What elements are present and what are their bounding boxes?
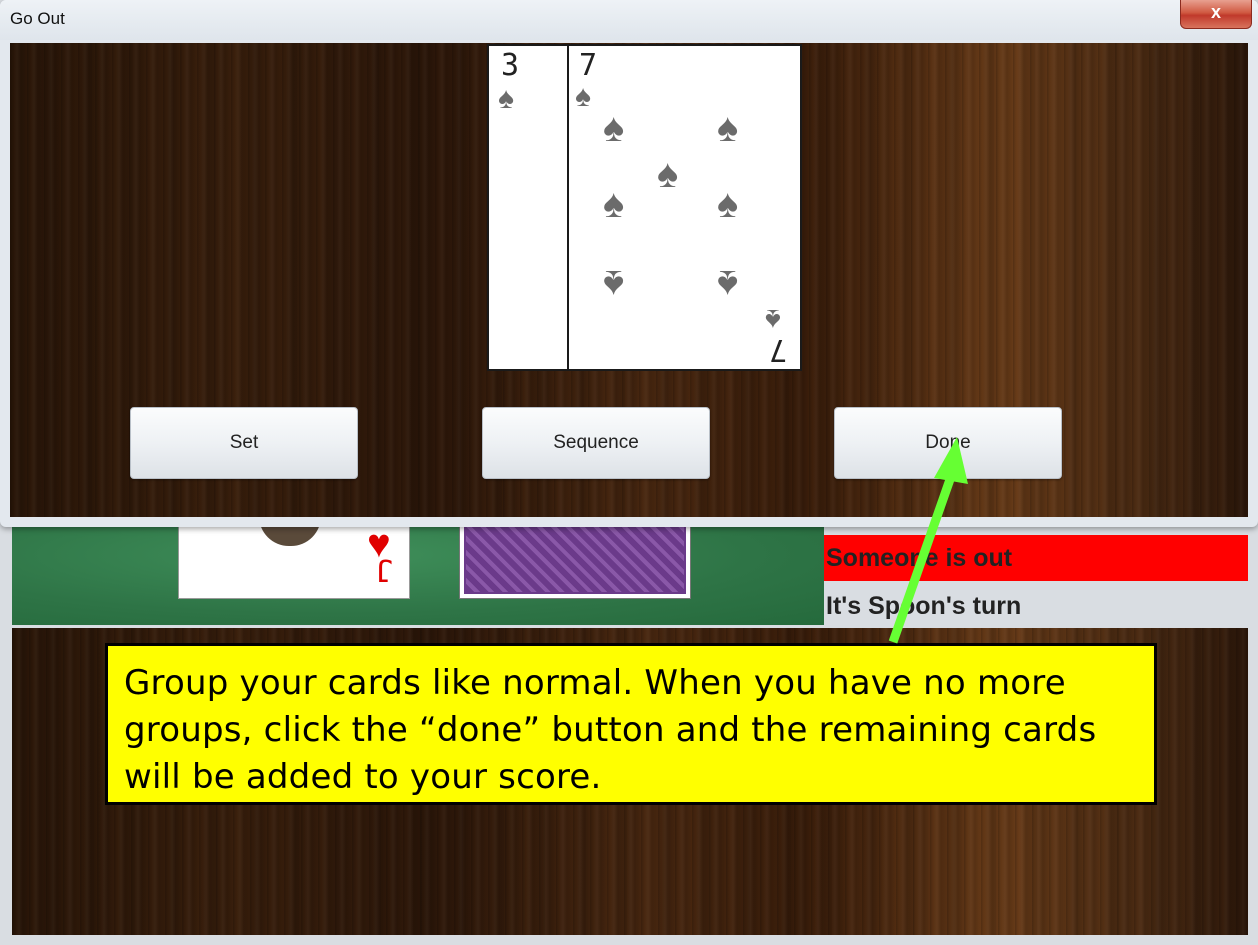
arrow-icon xyxy=(888,437,968,644)
